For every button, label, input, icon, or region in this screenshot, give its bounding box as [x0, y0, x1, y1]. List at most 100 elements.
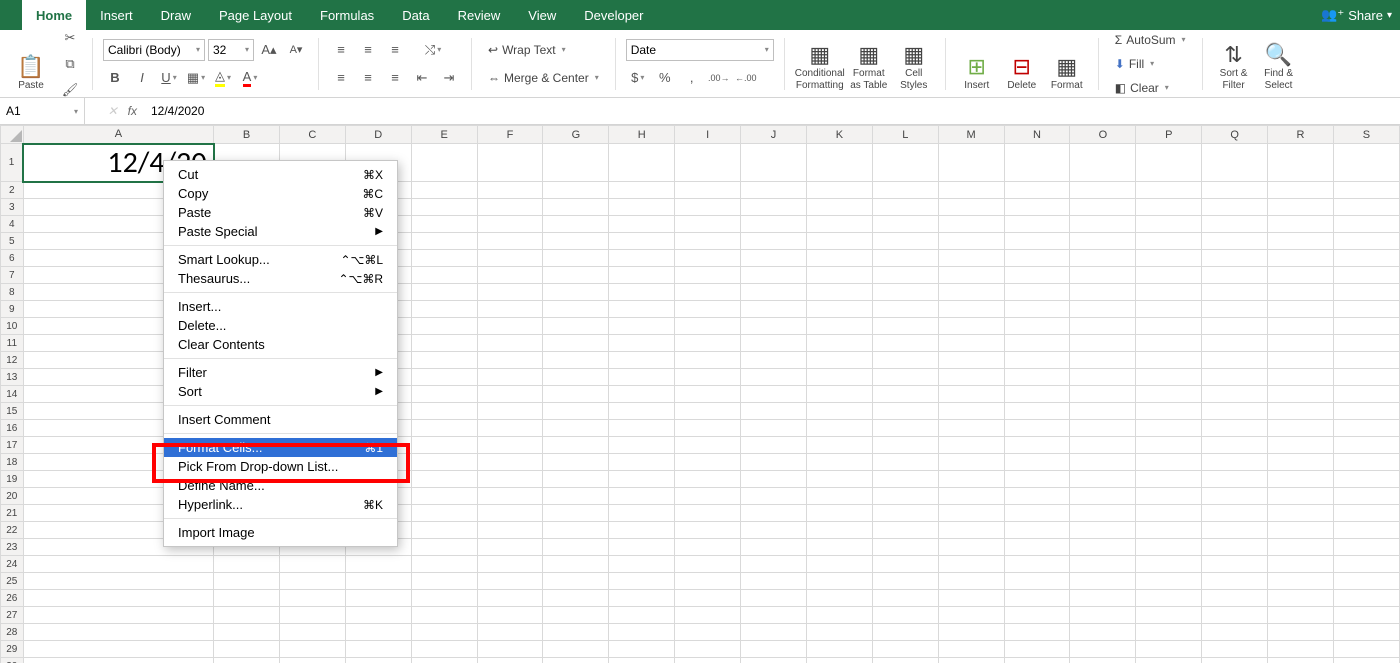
- cell[interactable]: [806, 284, 872, 301]
- cell[interactable]: [938, 318, 1004, 335]
- cell[interactable]: [1268, 590, 1334, 607]
- cell[interactable]: [345, 624, 411, 641]
- cell[interactable]: [609, 505, 675, 522]
- cell[interactable]: [938, 250, 1004, 267]
- cell[interactable]: [938, 454, 1004, 471]
- cell[interactable]: [1070, 267, 1136, 284]
- cell[interactable]: [543, 471, 609, 488]
- cell[interactable]: [609, 182, 675, 199]
- cell[interactable]: [345, 590, 411, 607]
- cell[interactable]: [345, 556, 411, 573]
- cell[interactable]: [675, 352, 741, 369]
- column-header[interactable]: A: [23, 126, 213, 144]
- row-header[interactable]: 28: [1, 624, 24, 641]
- cell[interactable]: [1136, 437, 1202, 454]
- cell[interactable]: [938, 369, 1004, 386]
- cell[interactable]: [543, 369, 609, 386]
- cell[interactable]: [806, 301, 872, 318]
- cell[interactable]: [741, 454, 807, 471]
- cell[interactable]: [675, 267, 741, 284]
- cell[interactable]: [23, 641, 213, 658]
- cell[interactable]: [1136, 641, 1202, 658]
- cell[interactable]: [1202, 488, 1268, 505]
- cell[interactable]: [23, 590, 213, 607]
- row-header[interactable]: 27: [1, 607, 24, 624]
- cell[interactable]: [1004, 573, 1070, 590]
- tab-formulas[interactable]: Formulas: [306, 0, 388, 30]
- cell[interactable]: [609, 403, 675, 420]
- cell[interactable]: [938, 607, 1004, 624]
- cell[interactable]: [872, 233, 938, 250]
- cell[interactable]: [1268, 352, 1334, 369]
- cell[interactable]: [543, 267, 609, 284]
- cell[interactable]: [1004, 658, 1070, 663]
- cell[interactable]: [938, 352, 1004, 369]
- cell[interactable]: [872, 267, 938, 284]
- cell[interactable]: [279, 556, 345, 573]
- font-color-button[interactable]: A▾: [238, 67, 262, 89]
- cell[interactable]: [806, 607, 872, 624]
- format-as-table-button[interactable]: ▦Format as Table: [848, 34, 890, 94]
- cell[interactable]: [1202, 144, 1268, 182]
- cell[interactable]: [741, 573, 807, 590]
- cell[interactable]: [1268, 216, 1334, 233]
- cell[interactable]: [1004, 267, 1070, 284]
- row-header[interactable]: 2: [1, 182, 24, 199]
- cell[interactable]: [938, 386, 1004, 403]
- cell[interactable]: [1136, 522, 1202, 539]
- cell[interactable]: [1070, 250, 1136, 267]
- cell[interactable]: [806, 573, 872, 590]
- ctx-insert-comment[interactable]: Insert Comment: [164, 410, 397, 429]
- cell[interactable]: [938, 182, 1004, 199]
- tab-insert[interactable]: Insert: [86, 0, 147, 30]
- ctx-smart-lookup[interactable]: Smart Lookup...⌃⌥⌘L: [164, 250, 397, 269]
- column-header[interactable]: N: [1004, 126, 1070, 144]
- cell[interactable]: [741, 335, 807, 352]
- cell[interactable]: [872, 624, 938, 641]
- cell[interactable]: [411, 522, 477, 539]
- row-header[interactable]: 12: [1, 352, 24, 369]
- row-header[interactable]: 3: [1, 199, 24, 216]
- fill-color-button[interactable]: ◬▾: [211, 67, 235, 89]
- cell[interactable]: [675, 573, 741, 590]
- cell[interactable]: [938, 556, 1004, 573]
- cell[interactable]: [1070, 199, 1136, 216]
- cell[interactable]: [1333, 144, 1399, 182]
- borders-button[interactable]: ▦▾: [184, 67, 208, 89]
- cell[interactable]: [609, 624, 675, 641]
- cell[interactable]: [609, 386, 675, 403]
- merge-center-button[interactable]: ⇔Merge & Center▾: [482, 67, 605, 89]
- cell[interactable]: [1268, 369, 1334, 386]
- cell[interactable]: [1070, 539, 1136, 556]
- cell[interactable]: [543, 420, 609, 437]
- cell[interactable]: [609, 284, 675, 301]
- cell[interactable]: [741, 182, 807, 199]
- cell[interactable]: [23, 556, 213, 573]
- comma-button[interactable]: ,: [680, 67, 704, 89]
- cell[interactable]: [23, 658, 213, 663]
- ctx-pick-from-list[interactable]: Pick From Drop-down List...: [164, 457, 397, 476]
- cell[interactable]: [609, 539, 675, 556]
- cell[interactable]: [1070, 573, 1136, 590]
- cell[interactable]: [477, 250, 543, 267]
- cell[interactable]: [1333, 522, 1399, 539]
- cell[interactable]: [1136, 267, 1202, 284]
- cell[interactable]: [938, 658, 1004, 663]
- cell[interactable]: [609, 352, 675, 369]
- cell[interactable]: [872, 352, 938, 369]
- cell[interactable]: [543, 590, 609, 607]
- row-header[interactable]: 5: [1, 233, 24, 250]
- cell[interactable]: [411, 403, 477, 420]
- cell[interactable]: [477, 182, 543, 199]
- row-header[interactable]: 17: [1, 437, 24, 454]
- cell[interactable]: [1202, 624, 1268, 641]
- cell[interactable]: [675, 556, 741, 573]
- cell[interactable]: [675, 301, 741, 318]
- cell[interactable]: [1333, 607, 1399, 624]
- cell[interactable]: [411, 556, 477, 573]
- cell[interactable]: [477, 284, 543, 301]
- cell[interactable]: [1004, 522, 1070, 539]
- cell[interactable]: [1333, 658, 1399, 663]
- cell[interactable]: [477, 386, 543, 403]
- column-header[interactable]: D: [345, 126, 411, 144]
